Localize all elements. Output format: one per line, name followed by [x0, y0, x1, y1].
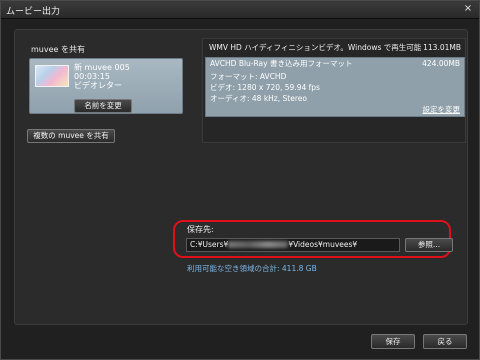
save-path-field[interactable]: C:¥Users¥ ¥Videos¥muvees¥	[186, 238, 400, 252]
muvee-card[interactable]: 新 muvee 005 00:03:15 ビデオレター 名前を変更	[29, 58, 183, 114]
save-path-suffix: ¥Videos¥muvees¥	[288, 240, 358, 249]
close-icon[interactable]: ×	[462, 3, 474, 15]
title-bar: ムービー出力 ×	[1, 1, 479, 19]
browse-button[interactable]: 参照...	[405, 238, 453, 252]
save-path-prefix: C:¥Users¥	[190, 240, 229, 249]
save-button[interactable]: 保存	[371, 334, 415, 349]
main-panel: muvee を共有 新 muvee 005 00:03:15 ビデオレター 名前…	[14, 29, 468, 325]
format-size: 424.00MB	[422, 59, 460, 68]
format-name: WMV HD ハイディフィニションビデオ。Windows で再生可能	[209, 43, 422, 52]
format-item-avchd[interactable]: AVCHD Blu-Ray 書き込み用フォーマット 424.00MB フォーマッ…	[205, 57, 465, 117]
muvee-name: 新 muvee 005	[74, 63, 130, 72]
change-settings-link[interactable]: 設定を変更	[423, 104, 461, 116]
share-section-label: muvee を共有	[31, 45, 85, 54]
movie-output-window: ムービー出力 × muvee を共有 新 muvee 005 00:03:15 …	[0, 0, 480, 360]
muvee-card-info: 新 muvee 005 00:03:15 ビデオレター	[74, 63, 130, 90]
save-location-label: 保存先:	[187, 225, 214, 234]
format-size: 113.01MB	[423, 43, 461, 52]
muvee-duration: 00:03:15	[74, 72, 110, 81]
redacted-username	[228, 241, 289, 248]
muvee-type: ビデオレター	[74, 81, 122, 90]
format-list: WMV HD ハイディフィニションビデオ。Windows で再生可能 113.0…	[202, 38, 466, 143]
window-title: ムービー出力	[6, 7, 61, 17]
back-button[interactable]: 戻る	[423, 334, 467, 349]
share-multiple-button[interactable]: 複数の muvee を共有	[27, 129, 115, 143]
free-space-text: 利用可能な空き領域の合計: 411.8 GB	[187, 264, 317, 273]
format-item-wmv-hd[interactable]: WMV HD ハイディフィニションビデオ。Windows で再生可能 113.0…	[205, 41, 465, 55]
muvee-thumbnail	[35, 65, 69, 87]
rename-button[interactable]: 名前を変更	[74, 99, 132, 113]
